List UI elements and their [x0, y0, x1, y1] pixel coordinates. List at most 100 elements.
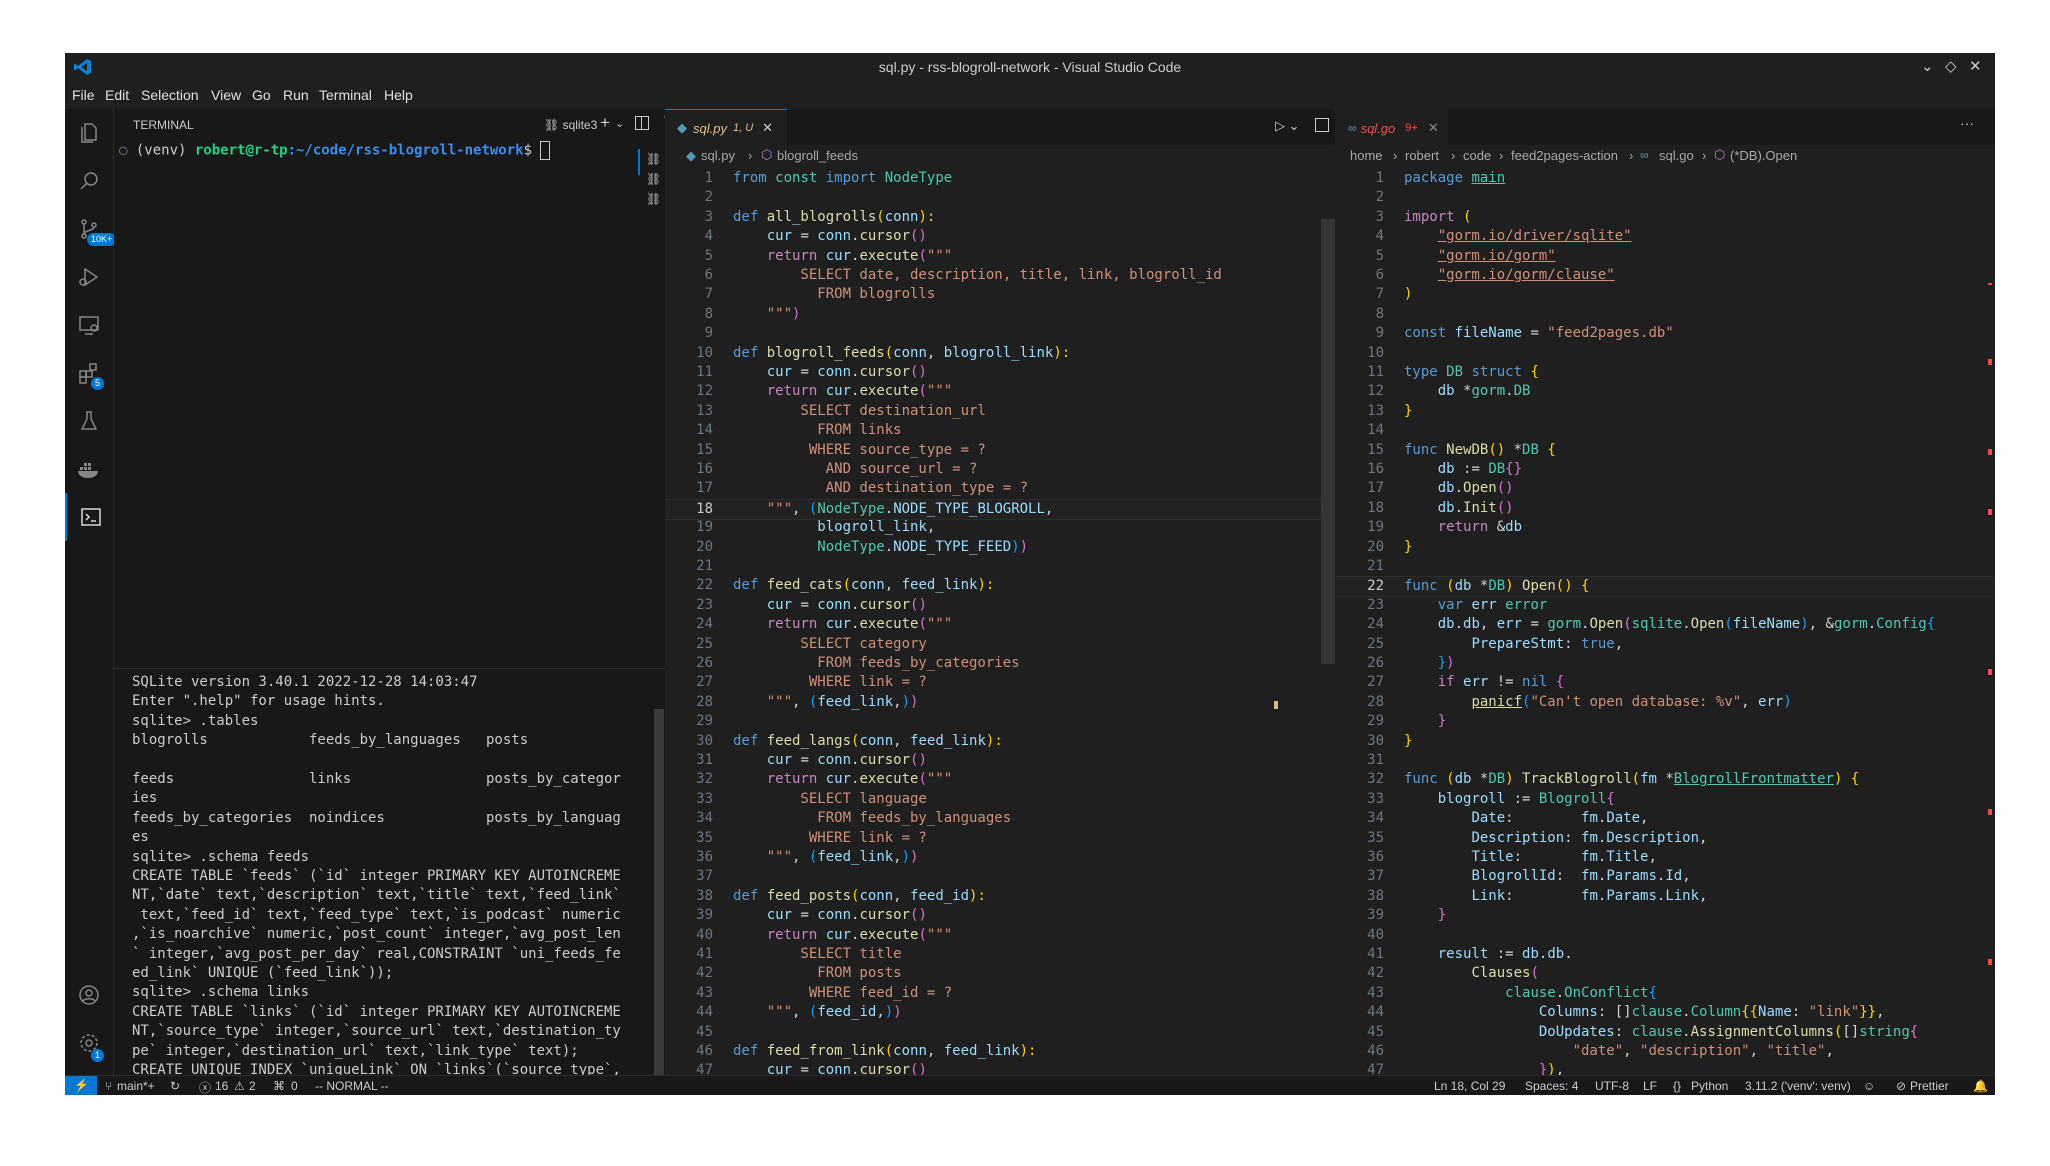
code-text: db := DB{} — [1404, 460, 1522, 479]
code-token: def — [733, 1043, 767, 1059]
terminal-instance-1-icon[interactable]: ⛓ — [646, 152, 661, 166]
terminal-dropdown-icon[interactable]: ⌄ — [615, 117, 624, 130]
python-file-icon: ◆ — [677, 120, 687, 135]
testing-icon[interactable] — [65, 397, 113, 445]
split-editor-icon[interactable] — [1315, 118, 1329, 132]
remote-indicator[interactable]: ⚡ — [65, 1076, 97, 1095]
code-editor-go[interactable]: 1 package main 2 3 import (4 "gorm.io/driver… — [1336, 169, 1995, 1075]
editor1-scrollbar[interactable] — [1321, 219, 1335, 664]
menu-selection[interactable]: Selection — [141, 87, 199, 103]
menu-terminal[interactable]: Terminal — [319, 87, 372, 103]
breadcrumb-robert[interactable]: robert — [1405, 148, 1439, 163]
code-line: 37 BlogrollId: fm.Params.Id, — [1336, 867, 1995, 886]
code-text: cur = conn.cursor() — [733, 906, 927, 925]
terminal-prompt[interactable]: ○ (venv) robert@r-tp:~/code/rss-blogroll… — [119, 141, 551, 160]
terminal-instance-3-icon[interactable]: ⛓ — [646, 192, 661, 206]
split-terminal-icon[interactable] — [635, 116, 649, 130]
code-line: 6 SELECT date, description, title, link,… — [665, 266, 1335, 285]
close-tab-go-icon[interactable]: ✕ — [1428, 120, 1439, 136]
new-terminal-icon[interactable]: + — [600, 113, 610, 133]
search-icon[interactable] — [65, 157, 113, 205]
warnings-count[interactable]: 2 — [249, 1079, 256, 1093]
line-number: 26 — [696, 655, 713, 671]
menu-file[interactable]: File — [72, 87, 95, 103]
terminal-shell-selector[interactable]: ⛓ sqlite3 — [544, 118, 597, 132]
line-ending[interactable]: LF — [1643, 1079, 1657, 1093]
cursor-position[interactable]: Ln 18, Col 29 — [1434, 1079, 1505, 1093]
line-number: 12 — [696, 383, 713, 400]
code-line: 6 "gorm.io/gorm/clause" — [1336, 266, 1995, 285]
source-control-icon[interactable]: 10K+ — [65, 205, 117, 253]
minimize-icon[interactable]: ⌄ — [1921, 57, 1934, 75]
breadcrumb-method[interactable]: (*DB).Open — [1730, 148, 1797, 163]
line-number: 4 — [704, 228, 713, 245]
breadcrumb-file[interactable]: sql.py — [701, 148, 735, 163]
language-mode[interactable]: Python — [1691, 1079, 1728, 1093]
line-number: 9 — [1375, 325, 1384, 342]
code-text: } — [1404, 732, 1412, 751]
breadcrumb-project[interactable]: feed2pages-action — [1511, 148, 1618, 163]
python-interpreter[interactable]: 3.11.2 ('venv': venv) — [1745, 1079, 1851, 1093]
remote-explorer-icon[interactable] — [65, 301, 113, 349]
editor2-more-actions-icon[interactable]: ··· — [1960, 115, 1974, 131]
prettier-status[interactable]: Prettier — [1910, 1079, 1949, 1093]
line-number: 8 — [1375, 305, 1384, 322]
run-debug-icon[interactable] — [65, 253, 113, 301]
vscode-window: sql.py - rss-blogroll-network - Visual S… — [65, 53, 1995, 1095]
code-text: } — [1404, 402, 1412, 421]
run-python-icon[interactable]: ▷ ⌄ — [1275, 118, 1300, 134]
branch-name[interactable]: main*+ — [117, 1079, 155, 1093]
code-text: AND source_url = ? — [733, 460, 978, 479]
menu-help[interactable]: Help — [384, 87, 413, 103]
encoding[interactable]: UTF-8 — [1595, 1079, 1629, 1093]
indentation[interactable]: Spaces: 4 — [1525, 1079, 1578, 1093]
breadcrumb-code[interactable]: code — [1463, 148, 1491, 163]
code-token: AssignmentColumns — [1690, 1023, 1834, 1040]
code-token: . — [1454, 499, 1464, 516]
close-window-icon[interactable]: ✕ — [1969, 57, 1982, 75]
tab-sql-py[interactable]: ◆ sql.py 1, U ✕ — [665, 109, 787, 146]
ports-count[interactable]: 0 — [291, 1079, 298, 1093]
menu-go[interactable]: Go — [252, 87, 271, 103]
code-text: def feed_posts(conn, feed_id): — [733, 887, 986, 906]
accounts-icon[interactable] — [65, 971, 113, 1019]
tab-sql-go[interactable]: ∞ sql.go 9+ ✕ — [1336, 109, 1448, 146]
function-symbol-icon: ⬡ — [761, 147, 773, 162]
close-tab-icon[interactable]: ✕ — [762, 120, 773, 136]
notifications-icon[interactable]: 🔔 — [1973, 1079, 1988, 1093]
terminal-view-icon[interactable] — [65, 493, 115, 541]
extensions-icon[interactable]: 5 — [65, 349, 113, 397]
breadcrumb-go-file[interactable]: sql.go — [1659, 148, 1694, 163]
code-line: 22 def feed_cats(conn, feed_link): — [665, 576, 1335, 595]
sync-icon[interactable]: ↻ — [170, 1079, 180, 1093]
terminal-output-line: ed_link` UNIQUE (`feed_link`)); — [132, 965, 394, 981]
code-editor-python[interactable]: 1 from const import NodeType 2 3 def all_blo… — [665, 169, 1335, 1075]
code-token: , — [893, 732, 911, 749]
code-token: "feed2pages.db" — [1547, 325, 1674, 342]
code-text: SELECT title — [733, 945, 901, 964]
menu-edit[interactable]: Edit — [105, 87, 129, 103]
breadcrumb-home[interactable]: home — [1350, 148, 1383, 163]
code-line: 7 FROM blogrolls — [665, 285, 1335, 304]
settings-gear-icon[interactable]: 1 — [65, 1019, 113, 1067]
copilot-icon[interactable]: ☺ — [1863, 1079, 1875, 1093]
code-token: Link — [1665, 887, 1700, 904]
explorer-icon[interactable] — [65, 109, 113, 157]
line-number: 26 — [1367, 655, 1384, 671]
code-token: sqlite — [1631, 616, 1683, 633]
menu-view[interactable]: View — [211, 87, 241, 103]
errors-count[interactable]: 16 — [215, 1079, 228, 1093]
docker-icon[interactable] — [65, 445, 113, 493]
terminal-instance-2-icon[interactable]: ⛓ — [646, 172, 661, 186]
restore-icon[interactable]: ◇ — [1945, 57, 1957, 75]
menu-run[interactable]: Run — [283, 87, 309, 103]
ports-icon: ⌘ — [273, 1079, 285, 1093]
code-token: db — [1505, 519, 1523, 536]
code-token: } — [1404, 732, 1413, 749]
code-token: , — [1749, 1043, 1767, 1059]
code-token: cur — [825, 771, 852, 788]
code-text: return cur.execute(""" — [733, 382, 953, 401]
breadcrumb-symbol[interactable]: blogroll_feeds — [777, 148, 858, 163]
